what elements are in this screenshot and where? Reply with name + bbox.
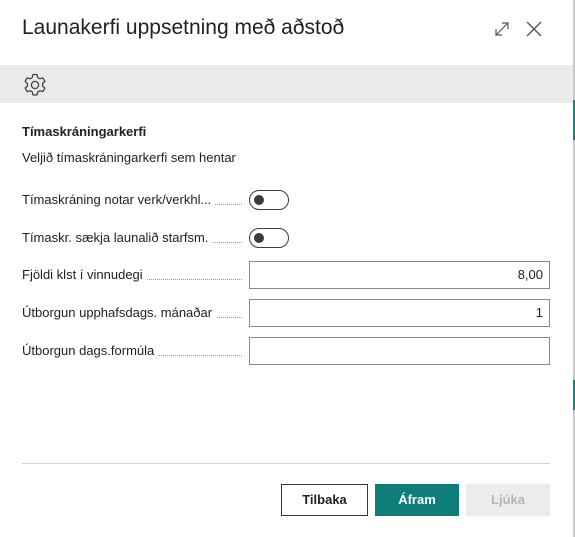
field-label: Tímaskr. sækja launalið starfsm. — [22, 224, 213, 252]
payout-date-formula-input[interactable] — [249, 337, 550, 365]
field-row-fetch-pay-item: Tímaskr. sækja launalið starfsm. — [22, 224, 550, 252]
wizard-dialog: Launakerfi uppsetning með aðstoð Tímaskr… — [0, 0, 575, 537]
toggle-knob — [254, 195, 264, 205]
hours-per-day-input[interactable]: 8,00 — [249, 261, 550, 289]
field-row-hours-per-day: Fjöldi klst í vinnudegi 8,00 — [22, 261, 550, 289]
gear-icon[interactable] — [22, 72, 48, 98]
next-button[interactable]: Áfram — [375, 484, 459, 516]
toolbar — [0, 65, 573, 103]
dialog-title: Launakerfi uppsetning með aðstoð — [22, 16, 345, 39]
field-row-payout-start-day: Útborgun upphafsdags. mánaðar 1 — [22, 299, 550, 327]
field-label: Tímaskráning notar verk/verkhl... — [22, 186, 216, 214]
field-label: Útborgun upphafsdags. mánaðar — [22, 299, 217, 327]
payout-start-day-input[interactable]: 1 — [249, 299, 550, 327]
expand-icon[interactable] — [489, 16, 515, 42]
field-label: Útborgun dags.formúla — [22, 337, 159, 365]
finish-button[interactable]: Ljúka — [466, 484, 550, 516]
toggle-knob — [254, 233, 264, 243]
toggle-fetch-pay-item[interactable] — [249, 228, 289, 248]
field-label: Fjöldi klst í vinnudegi — [22, 261, 147, 289]
section-description: Veljið tímaskráningarkerfi sem hentar — [22, 150, 236, 165]
field-row-time-registration-tasks: Tímaskráning notar verk/verkhl... — [22, 186, 550, 214]
section-title: Tímaskráningarkerfi — [22, 124, 147, 139]
back-button[interactable]: Tilbaka — [281, 484, 368, 516]
close-icon[interactable] — [521, 16, 547, 42]
toggle-time-registration-tasks[interactable] — [249, 190, 289, 210]
footer-divider — [22, 463, 550, 464]
field-row-payout-date-formula: Útborgun dags.formúla — [22, 337, 550, 365]
